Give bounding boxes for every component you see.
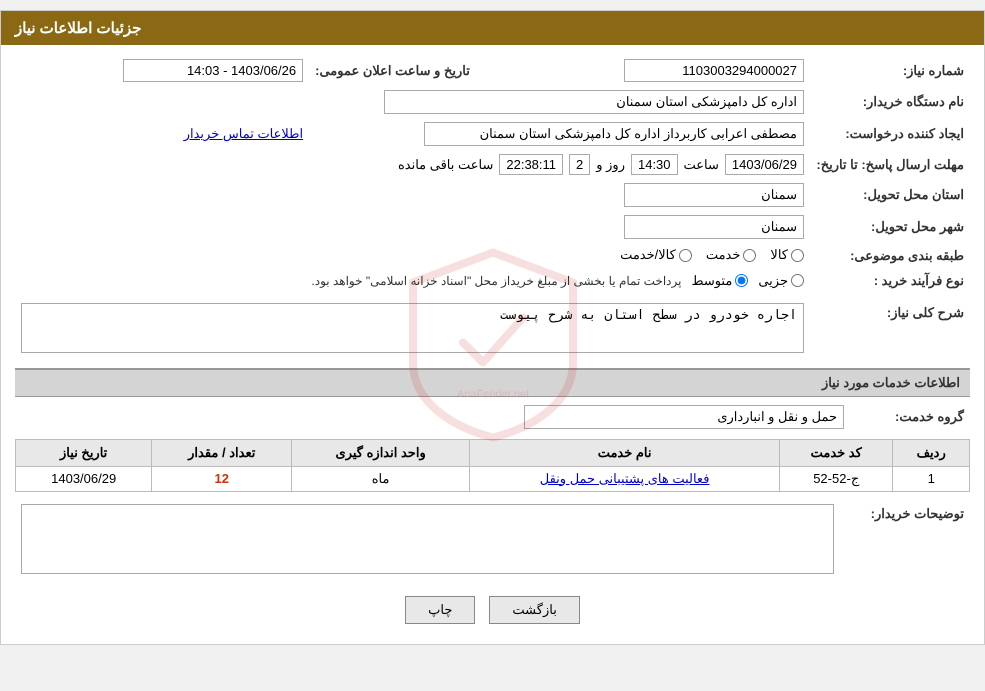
category-goods-radio[interactable]: [791, 249, 804, 262]
page-wrapper: جزئیات اطلاعات نیاز AnaFender.net شماره …: [0, 10, 985, 645]
category-goods-service-radio[interactable]: [679, 249, 692, 262]
cell-service-name[interactable]: فعالیت های پشتیبانی حمل ونقل: [470, 466, 780, 491]
need-number-value: 1103003294000027: [624, 59, 804, 82]
page-title: جزئیات اطلاعات نیاز: [15, 20, 142, 37]
service-group-label: گروه خدمت:: [850, 401, 970, 433]
cell-service-code: ج-52-52: [780, 466, 893, 491]
services-table: ردیف کد خدمت نام خدمت واحد اندازه گیری ت…: [15, 439, 970, 492]
category-label: طبقه بندی موضوعی:: [810, 243, 970, 269]
buyer-desc-textarea[interactable]: [21, 504, 834, 574]
category-goods-service-option[interactable]: کالا/خدمت: [620, 247, 692, 263]
deadline-remaining-label: ساعت باقی مانده: [398, 157, 493, 173]
buyer-desc-label: توضیحات خریدار:: [840, 500, 970, 578]
service-group-value: حمل و نقل و انبارداری: [524, 405, 844, 429]
purchase-partial-label: جزیی: [758, 273, 788, 289]
buyer-org-value: اداره کل دامپزشکی استان سمنان: [384, 90, 804, 114]
cell-unit: ماه: [292, 466, 470, 491]
deadline-time-label: ساعت: [684, 157, 719, 173]
purchase-note: پرداخت تمام یا بخشی از مبلغ خریداز محل "…: [311, 274, 681, 288]
need-number-label: شماره نیاز:: [810, 55, 970, 86]
col-date: تاریخ نیاز: [16, 439, 152, 466]
contact-link[interactable]: اطلاعات تماس خریدار: [184, 126, 303, 141]
cell-row-num: 1: [893, 466, 970, 491]
delivery-city-label: شهر محل تحویل:: [810, 211, 970, 243]
category-goods-service-label: کالا/خدمت: [620, 247, 676, 263]
category-goods-label: کالا: [770, 247, 788, 263]
col-service-name: نام خدمت: [470, 439, 780, 466]
col-unit: واحد اندازه گیری: [292, 439, 470, 466]
announcement-value: 1403/06/26 - 14:03: [123, 59, 303, 82]
deadline-date: 1403/06/29: [725, 154, 804, 175]
col-quantity: تعداد / مقدار: [152, 439, 292, 466]
table-row: 1 ج-52-52 فعالیت های پشتیبانی حمل ونقل م…: [16, 466, 970, 491]
print-button[interactable]: چاپ: [405, 596, 475, 624]
purchase-type-label: نوع فرآیند خرید :: [810, 269, 970, 293]
purchase-medium-label: متوسط: [691, 273, 732, 289]
deadline-days: 2: [569, 154, 590, 175]
delivery-province-label: استان محل تحویل:: [810, 179, 970, 211]
category-service-radio[interactable]: [743, 249, 756, 262]
purchase-medium-option[interactable]: متوسط: [691, 273, 748, 289]
page-header: جزئیات اطلاعات نیاز: [1, 11, 984, 45]
deadline-time: 14:30: [631, 154, 678, 175]
service-group-table: گروه خدمت: حمل و نقل و انبارداری: [15, 401, 970, 433]
summary-table: شرح کلی نیاز:: [15, 299, 970, 360]
deadline-label: مهلت ارسال پاسخ: تا تاریخ:: [810, 150, 970, 179]
deadline-remaining: 22:38:11: [499, 154, 563, 175]
page-content: AnaFender.net شماره نیاز: 11030032940000…: [1, 45, 984, 644]
purchase-medium-radio[interactable]: [735, 274, 748, 287]
category-goods-option[interactable]: کالا: [770, 247, 804, 263]
announcement-label: تاریخ و ساعت اعلان عمومی:: [309, 55, 476, 86]
purchase-type-row: جزیی متوسط پرداخت تمام یا بخشی از مبلغ خ…: [21, 273, 804, 289]
creator-label: ایجاد کننده درخواست:: [810, 118, 970, 150]
category-service-option[interactable]: خدمت: [706, 247, 757, 263]
delivery-city-value: سمنان: [624, 215, 804, 239]
category-service-label: خدمت: [706, 247, 741, 263]
deadline-days-label: روز و: [596, 157, 625, 173]
info-table-top: شماره نیاز: 1103003294000027 تاریخ و ساع…: [15, 55, 970, 293]
buyer-org-label: نام دستگاه خریدار:: [810, 86, 970, 118]
deadline-row: 1403/06/29 ساعت 14:30 روز و 2 22:38:11 س…: [21, 154, 804, 175]
cell-date: 1403/06/29: [16, 466, 152, 491]
col-row-num: ردیف: [893, 439, 970, 466]
creator-value: مصطفی اعرابی کاربرداز اداره کل دامپزشکی …: [424, 122, 804, 146]
delivery-province-value: سمنان: [624, 183, 804, 207]
buttons-row: بازگشت چاپ: [15, 584, 970, 634]
back-button[interactable]: بازگشت: [489, 596, 579, 624]
services-section-header: اطلاعات خدمات مورد نیاز: [15, 368, 970, 397]
cell-quantity: 12: [152, 466, 292, 491]
summary-label: شرح کلی نیاز:: [810, 299, 970, 360]
summary-textarea[interactable]: [21, 303, 804, 353]
buyer-desc-table: توضیحات خریدار:: [15, 500, 970, 578]
category-radio-group: کالا خدمت کالا/خدمت: [620, 247, 804, 263]
col-service-code: کد خدمت: [780, 439, 893, 466]
purchase-partial-option[interactable]: جزیی: [758, 273, 804, 289]
purchase-partial-radio[interactable]: [791, 274, 804, 287]
